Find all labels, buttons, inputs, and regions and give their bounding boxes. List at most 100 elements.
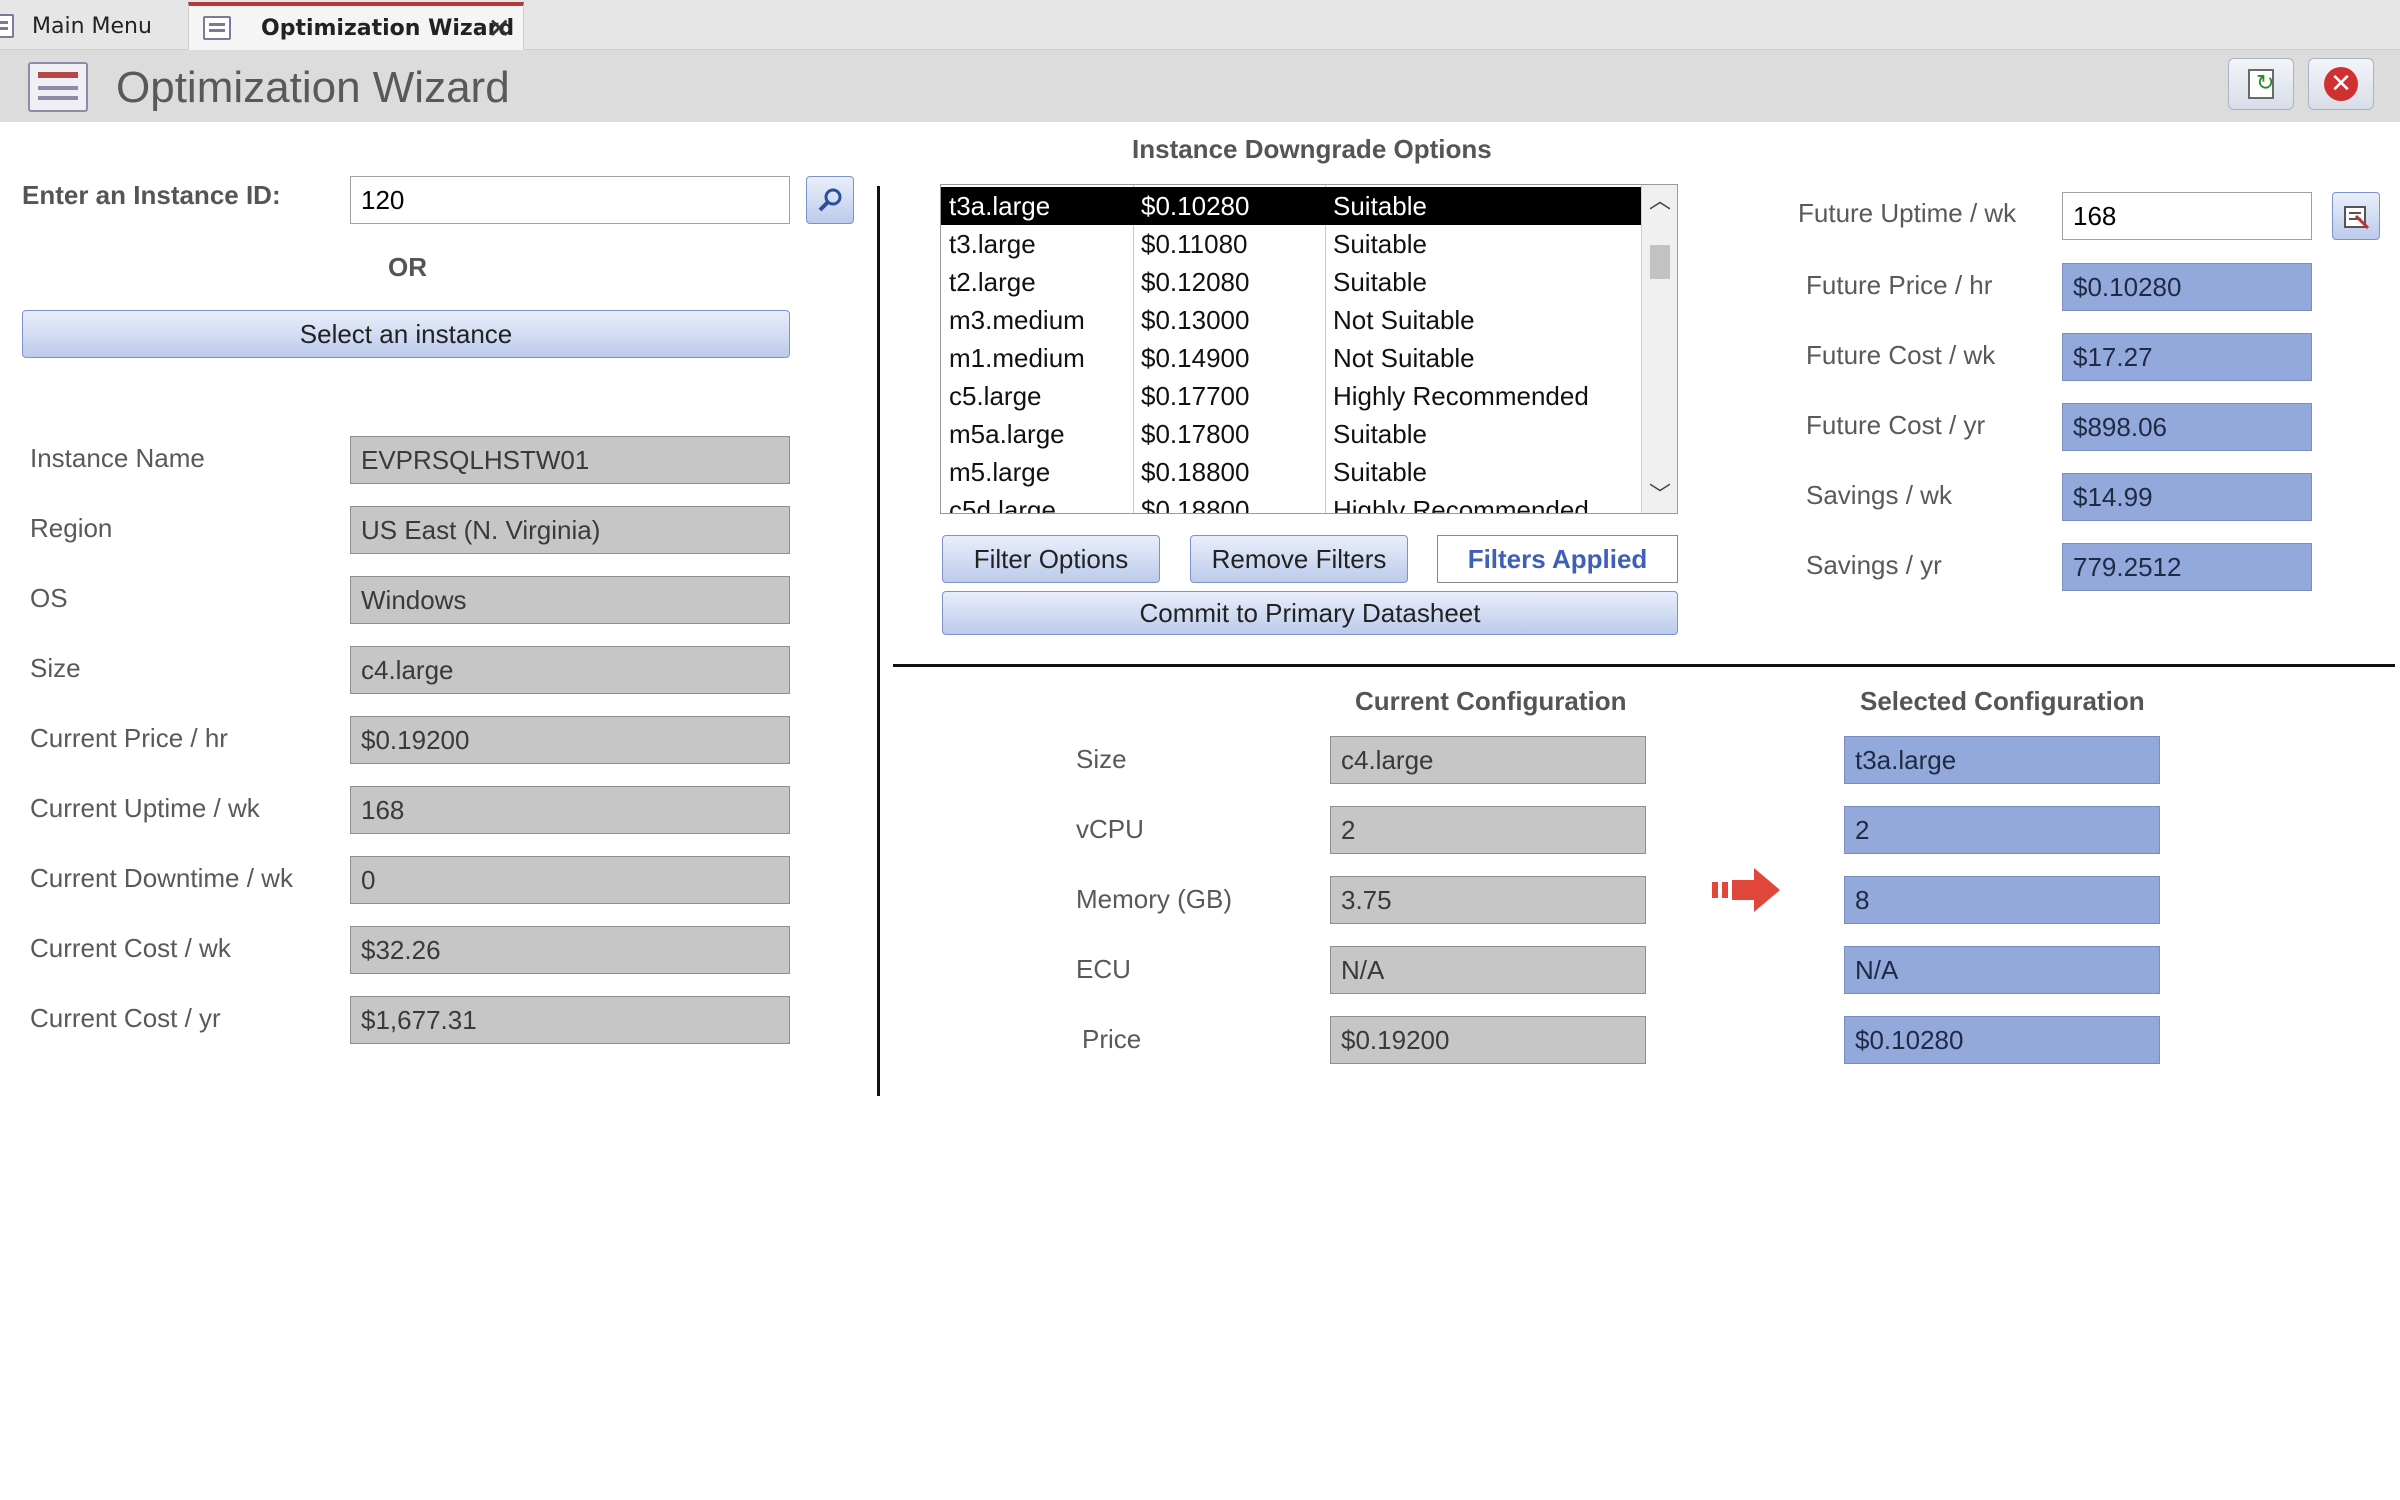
future-uptime-label: Future Uptime / wk bbox=[1798, 198, 2017, 228]
calculator-icon bbox=[2344, 206, 2370, 230]
document-tab-strip: Main Menu Optimization Wizard ✕ bbox=[0, 0, 2400, 50]
list-item[interactable]: m1.medium $0.14900 Not Suitable bbox=[941, 339, 1641, 377]
current-price-compare-field: $0.19200 bbox=[1330, 1016, 1646, 1064]
list-item[interactable]: t3.large $0.11080 Suitable bbox=[941, 225, 1641, 263]
list-item-rating: Not Suitable bbox=[1333, 305, 1475, 335]
search-instance-button[interactable] bbox=[806, 176, 854, 224]
compare-vcpu-label: vCPU bbox=[1076, 814, 1144, 844]
vertical-divider bbox=[877, 186, 880, 1096]
search-icon bbox=[818, 188, 842, 212]
compare-size-label: Size bbox=[1076, 744, 1127, 774]
current-config-title: Current Configuration bbox=[1355, 686, 1627, 716]
instance-name-field: EVPRSQLHSTW01 bbox=[350, 436, 790, 484]
current-uptime-field: 168 bbox=[350, 786, 790, 834]
future-cost-wk-field: $17.27 bbox=[2062, 333, 2312, 381]
compare-ecu-label: ECU bbox=[1076, 954, 1131, 984]
selected-ecu-field: N/A bbox=[1844, 946, 2160, 994]
list-item-price: $0.10280 bbox=[1141, 191, 1250, 221]
list-item-size: c5d.large bbox=[949, 495, 1056, 514]
remove-filters-button[interactable]: Remove Filters bbox=[1190, 535, 1408, 583]
savings-wk-field: $14.99 bbox=[2062, 473, 2312, 521]
list-item-price: $0.13000 bbox=[1141, 305, 1250, 335]
future-price-label: Future Price / hr bbox=[1806, 270, 1993, 300]
list-item-rating: Highly Recommended bbox=[1333, 381, 1589, 411]
savings-yr-label: Savings / yr bbox=[1806, 550, 1942, 580]
selected-memory-field: 8 bbox=[1844, 876, 2160, 924]
compare-price-label: Price bbox=[1082, 1024, 1142, 1054]
savings-yr-field[interactable]: 779.2512 bbox=[2062, 543, 2312, 591]
page-title: Optimization Wizard bbox=[116, 63, 510, 112]
future-uptime-input[interactable]: 168 bbox=[2062, 192, 2312, 240]
tab-main-menu-label: Main Menu bbox=[32, 13, 152, 39]
list-item[interactable]: t3a.large $0.10280 Suitable bbox=[941, 187, 1641, 225]
savings-wk-label: Savings / wk bbox=[1806, 480, 1952, 510]
current-memory-field: 3.75 bbox=[1330, 876, 1646, 924]
os-field: Windows bbox=[350, 576, 790, 624]
form-icon bbox=[203, 16, 231, 40]
list-item[interactable]: c5d.large $0.18800 Highly Recommended bbox=[941, 491, 1641, 514]
refresh-button[interactable] bbox=[2228, 58, 2294, 110]
listbox-scrollbar[interactable]: ︿ ﹀ bbox=[1641, 185, 1677, 513]
refresh-icon bbox=[2248, 69, 2274, 99]
recalculate-button[interactable] bbox=[2332, 192, 2380, 240]
scrollbar-thumb[interactable] bbox=[1650, 245, 1670, 279]
arrow-right-icon bbox=[1712, 868, 1780, 912]
future-cost-yr-field: $898.06 bbox=[2062, 403, 2312, 451]
selected-vcpu-field: 2 bbox=[1844, 806, 2160, 854]
current-downtime-label: Current Downtime / wk bbox=[30, 863, 293, 893]
current-size-field: c4.large bbox=[1330, 736, 1646, 784]
current-price-field: $0.19200 bbox=[350, 716, 790, 764]
chevron-up-icon[interactable]: ︿ bbox=[1642, 187, 1677, 217]
list-item-rating: Suitable bbox=[1333, 229, 1427, 259]
list-item-price: $0.14900 bbox=[1141, 343, 1250, 373]
list-item[interactable]: t2.large $0.12080 Suitable bbox=[941, 263, 1641, 301]
list-item-size: m1.medium bbox=[949, 343, 1085, 373]
tab-optimization-wizard[interactable]: Optimization Wizard ✕ bbox=[188, 2, 524, 50]
list-item-price: $0.17700 bbox=[1141, 381, 1250, 411]
list-item-rating: Suitable bbox=[1333, 457, 1427, 487]
region-label: Region bbox=[30, 513, 113, 543]
list-item-price: $0.18800 bbox=[1141, 495, 1250, 514]
list-item[interactable]: m3.medium $0.13000 Not Suitable bbox=[941, 301, 1641, 339]
region-field: US East (N. Virginia) bbox=[350, 506, 790, 554]
future-cost-wk-label: Future Cost / wk bbox=[1806, 340, 1996, 370]
list-item-size: t2.large bbox=[949, 267, 1036, 297]
chevron-down-icon[interactable]: ﹀ bbox=[1642, 481, 1677, 511]
filters-applied-indicator: Filters Applied bbox=[1437, 535, 1678, 583]
downgrade-options-listbox[interactable]: t3a.large $0.10280 Suitable t3.large $0.… bbox=[940, 184, 1678, 514]
current-cost-wk-field: $32.26 bbox=[350, 926, 790, 974]
instance-name-label: Instance Name bbox=[30, 443, 205, 473]
selected-config-title: Selected Configuration bbox=[1860, 686, 2145, 716]
current-downtime-field: 0 bbox=[350, 856, 790, 904]
list-item-rating: Not Suitable bbox=[1333, 343, 1475, 373]
future-cost-yr-label: Future Cost / yr bbox=[1806, 410, 1986, 440]
list-item[interactable]: c5.large $0.17700 Highly Recommended bbox=[941, 377, 1641, 415]
current-uptime-label: Current Uptime / wk bbox=[30, 793, 260, 823]
list-item[interactable]: m5a.large $0.17800 Suitable bbox=[941, 415, 1641, 453]
selected-price-field: $0.10280 bbox=[1844, 1016, 2160, 1064]
list-item-size: c5.large bbox=[949, 381, 1042, 411]
tab-main-menu[interactable]: Main Menu bbox=[0, 2, 180, 50]
or-label: OR bbox=[388, 252, 427, 282]
horizontal-divider bbox=[893, 664, 2395, 667]
filter-options-button[interactable]: Filter Options bbox=[942, 535, 1160, 583]
commit-button[interactable]: Commit to Primary Datasheet bbox=[942, 591, 1678, 635]
os-label: OS bbox=[30, 583, 68, 613]
tab-optimization-wizard-label: Optimization Wizard bbox=[261, 15, 515, 41]
list-item-rating: Suitable bbox=[1333, 191, 1427, 221]
select-instance-button[interactable]: Select an instance bbox=[22, 310, 790, 358]
instance-id-input[interactable]: 120 bbox=[350, 176, 790, 224]
downgrade-options-title: Instance Downgrade Options bbox=[1132, 134, 1492, 164]
current-cost-yr-label: Current Cost / yr bbox=[30, 1003, 221, 1033]
size-field: c4.large bbox=[350, 646, 790, 694]
list-item[interactable]: m5.large $0.18800 Suitable bbox=[941, 453, 1641, 491]
form-icon bbox=[0, 14, 14, 38]
list-item-size: t3a.large bbox=[949, 191, 1051, 221]
compare-memory-label: Memory (GB) bbox=[1076, 884, 1232, 914]
close-form-button[interactable]: ✕ bbox=[2308, 58, 2374, 110]
list-item-price: $0.12080 bbox=[1141, 267, 1250, 297]
list-item-rating: Suitable bbox=[1333, 267, 1427, 297]
close-icon[interactable]: ✕ bbox=[488, 12, 511, 45]
future-price-field: $0.10280 bbox=[2062, 263, 2312, 311]
list-item-size: m5.large bbox=[949, 457, 1051, 487]
